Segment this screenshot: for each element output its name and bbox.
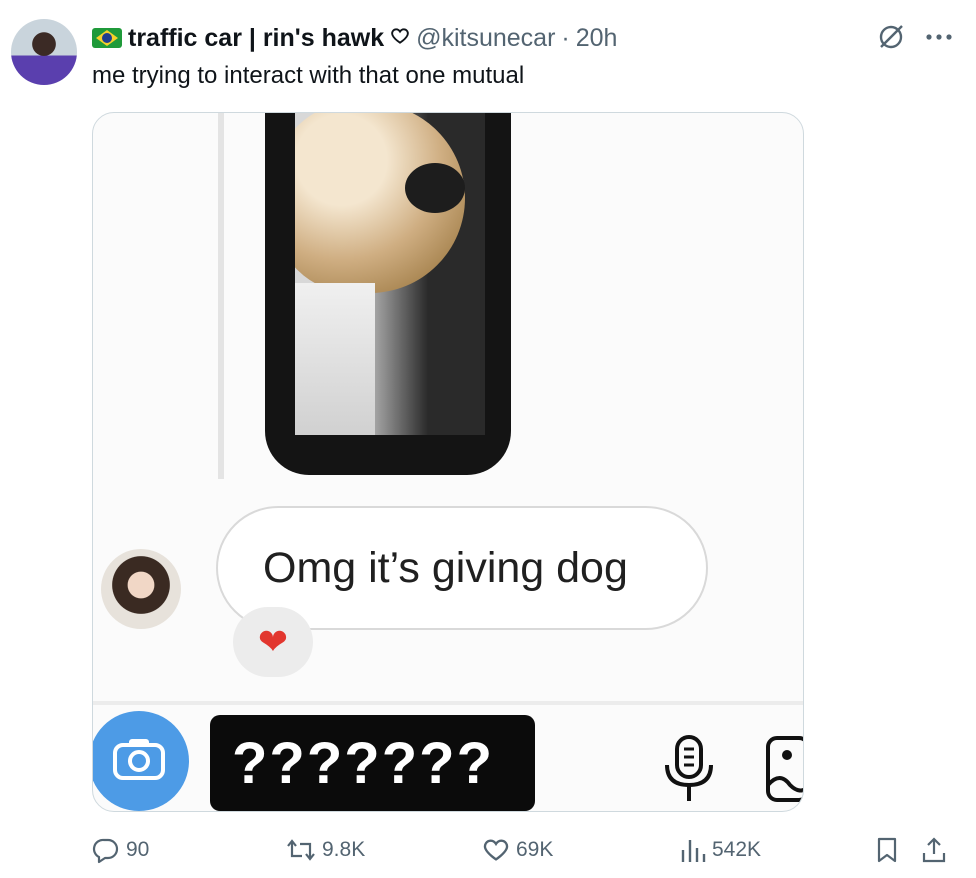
mic-icon: [661, 735, 717, 810]
action-bar: 90 9.8K 69K 542K: [92, 832, 968, 868]
reply-icon: [92, 836, 120, 864]
like-icon: [482, 836, 510, 864]
sender-avatar: [101, 549, 181, 629]
dog-image: [295, 113, 485, 435]
views-count: 542K: [712, 838, 762, 861]
views-icon: [680, 836, 706, 864]
repost-button[interactable]: 9.8K: [286, 832, 365, 868]
separator: ·: [561, 23, 570, 52]
composer-divider: [93, 701, 803, 705]
camera-button: [93, 711, 189, 811]
more-icon[interactable]: [926, 33, 952, 41]
bookmark-icon: [874, 836, 900, 864]
repost-icon: [286, 836, 316, 864]
heart-icon: ❤: [257, 621, 289, 662]
gallery-icon: [765, 735, 803, 810]
post-header: traffic car | rin's hawk @kitsunecar · 2…: [92, 22, 617, 54]
brazil-flag-icon: [92, 28, 122, 48]
bookmark-button[interactable]: [874, 832, 900, 868]
display-name[interactable]: traffic car | rin's hawk: [128, 24, 384, 53]
share-icon: [920, 836, 948, 864]
repost-count: 9.8K: [322, 838, 366, 861]
camera-icon: [112, 737, 166, 786]
like-count: 69K: [516, 838, 554, 861]
grok-icon[interactable]: [876, 22, 906, 52]
like-button[interactable]: 69K: [482, 832, 553, 868]
dog-image-frame: [265, 113, 511, 475]
heart-outline-icon: [390, 24, 410, 53]
top-right-icons: [876, 22, 952, 52]
message-text: Omg it’s giving dog: [263, 543, 628, 592]
views-button[interactable]: 542K: [680, 832, 761, 868]
heart-reaction: ❤: [233, 607, 313, 677]
composer-text-box: ???????: [210, 715, 535, 811]
reply-count: 90: [126, 838, 150, 861]
reply-button[interactable]: 90: [92, 832, 149, 868]
composer-text: ???????: [232, 730, 495, 796]
handle[interactable]: @kitsunecar: [416, 24, 555, 53]
post-media[interactable]: Omg it’s giving dog ❤ ???????: [92, 112, 804, 812]
post-text: me trying to interact with that one mutu…: [92, 62, 525, 89]
thread-line: [218, 113, 224, 479]
timestamp[interactable]: 20h: [576, 24, 618, 53]
share-button[interactable]: [920, 832, 948, 868]
author-avatar[interactable]: [11, 19, 77, 85]
